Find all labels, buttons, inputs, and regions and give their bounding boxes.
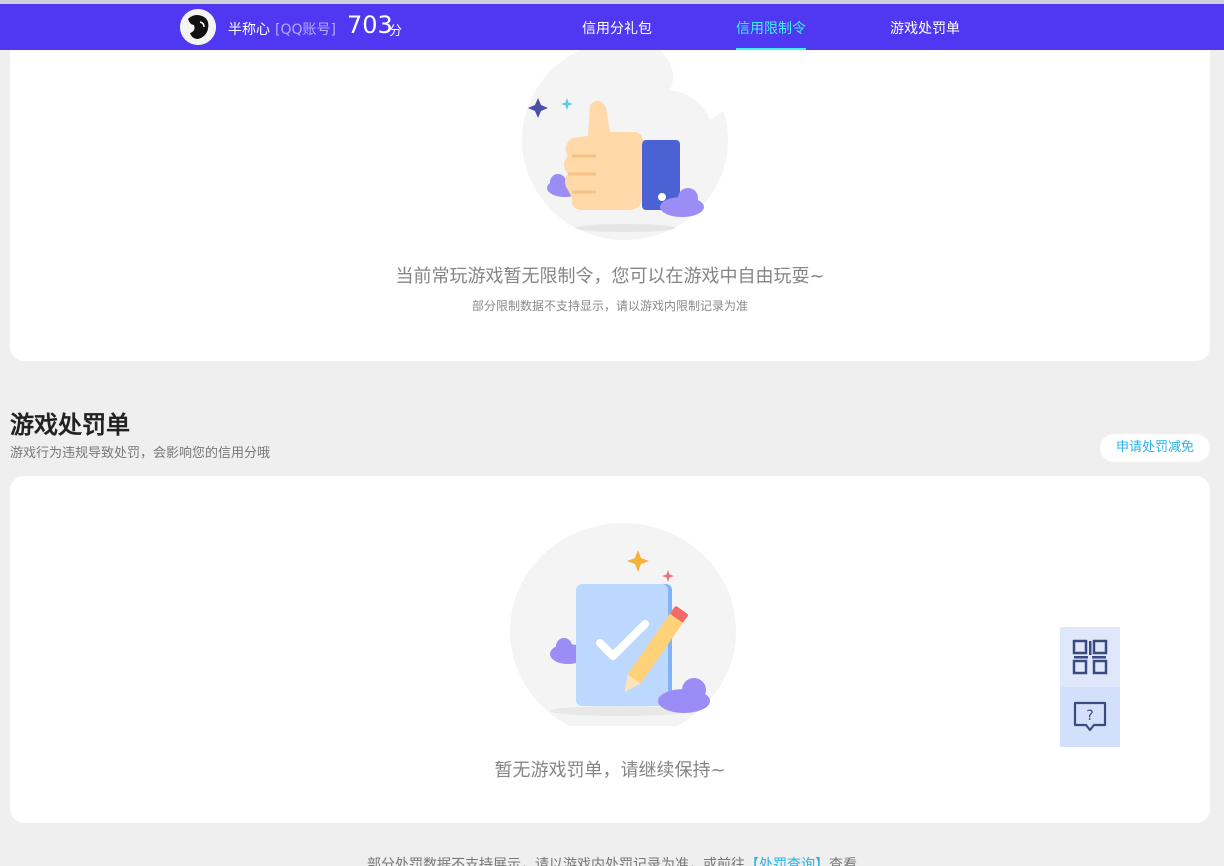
restriction-card: 当前常玩游戏暂无限制令，您可以在游戏中自由玩耍~ 部分限制数据不支持显示，请以游… [10, 50, 1210, 361]
username: 半称心 [228, 22, 270, 38]
restriction-data-note: 部分限制数据不支持显示，请以游戏内限制记录为准 [471, 299, 748, 313]
help-feedback-button[interactable]: ? [1060, 687, 1120, 747]
top-nav-bar: 半称心 [QQ账号] 703 分 信用分礼包 信用限制令 游戏处罚单 [0, 4, 1224, 50]
tab-credit-restriction[interactable]: 信用限制令 [736, 18, 806, 38]
thumbs-up-illustration [522, 50, 728, 240]
restriction-empty-message: 当前常玩游戏暂无限制令，您可以在游戏中自由玩耍~ [395, 266, 825, 287]
apply-penalty-reduction-button[interactable]: 申请处罚减免 [1100, 434, 1210, 462]
account-type: [QQ账号] [275, 22, 336, 38]
credit-score-unit: 分 [389, 24, 403, 39]
penalty-section-title: 游戏处罚单 [10, 411, 130, 439]
penalty-card: 暂无游戏罚单，请继续保持~ [10, 476, 1210, 823]
penalty-query-link[interactable]: 【处罚查询】 [745, 857, 829, 866]
tab-credit-gift[interactable]: 信用分礼包 [582, 18, 652, 38]
svg-text:?: ? [1086, 708, 1093, 724]
qr-code-button[interactable] [1060, 627, 1120, 687]
footer-note-text: 部分处罚数据不支持展示，请以游戏内处罚记录为准，或前往 [367, 857, 745, 866]
avatar[interactable] [180, 9, 216, 45]
qr-code-icon [1072, 639, 1108, 675]
credit-score: 703 [347, 11, 393, 39]
penalty-footer-note: 部分处罚数据不支持展示，请以游戏内处罚记录为准，或前往【处罚查询】查看 [0, 854, 1224, 866]
footer-note-suffix: 查看 [829, 857, 857, 866]
penalty-empty-message: 暂无游戏罚单，请继续保持~ [494, 760, 726, 781]
tab-game-penalty[interactable]: 游戏处罚单 [890, 18, 960, 38]
help-chat-icon: ? [1073, 701, 1107, 732]
penalty-section-subtitle: 游戏行为违规导致处罚，会影响您的信用分哦 [10, 446, 271, 461]
checklist-illustration [510, 523, 736, 726]
